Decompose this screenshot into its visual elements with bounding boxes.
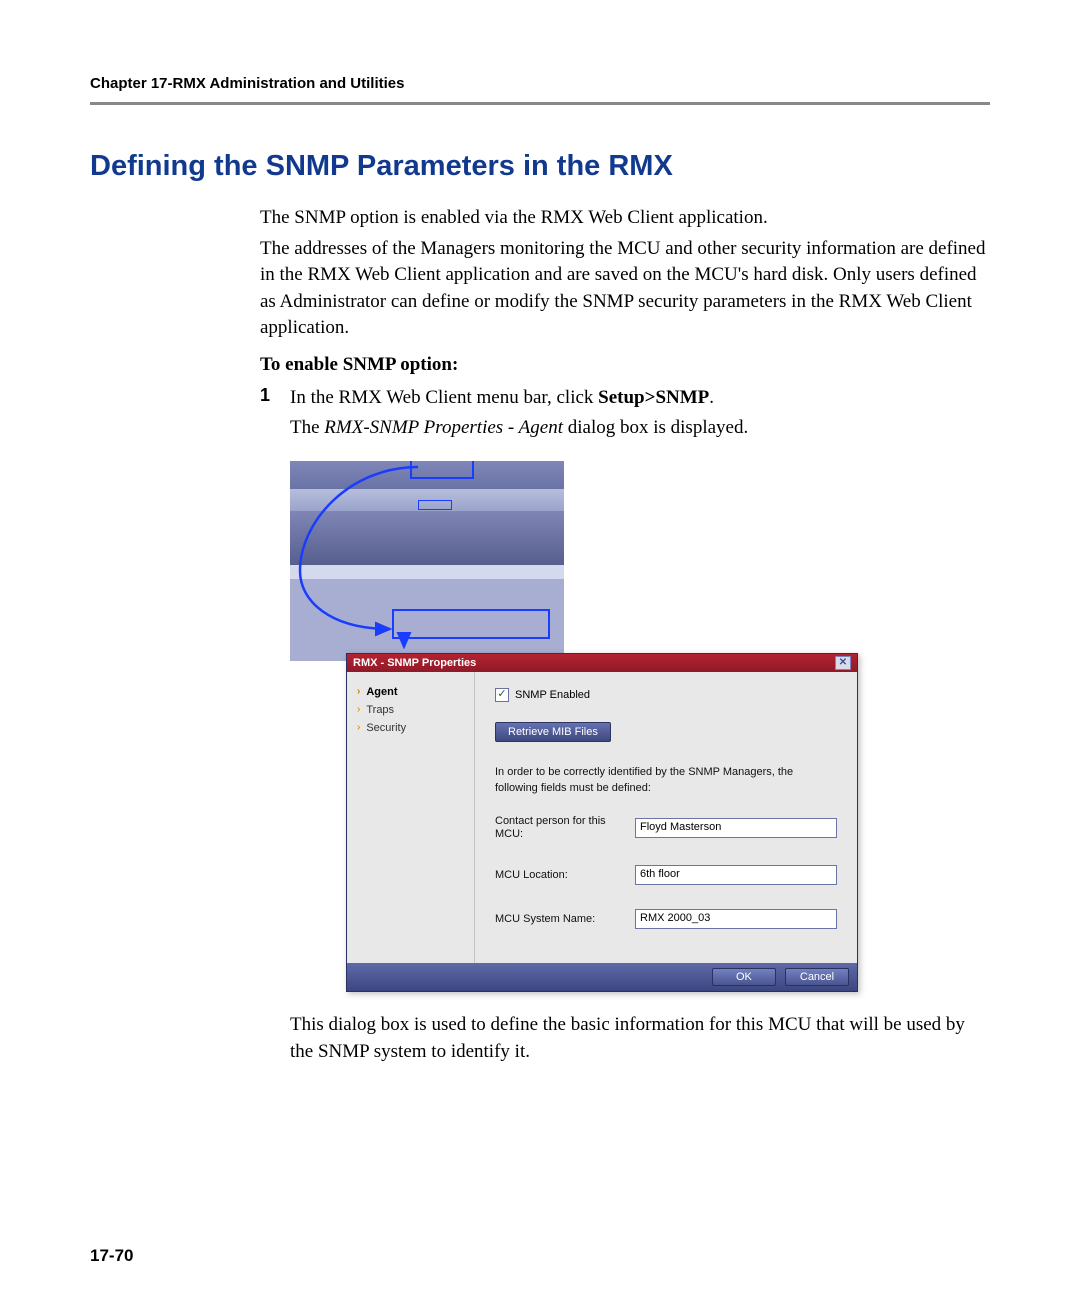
chevron-right-icon: ›	[357, 705, 360, 715]
field-location-input[interactable]: 6th floor	[635, 865, 837, 885]
field-contact-label: Contact person for this MCU:	[495, 815, 621, 841]
step-1b-dialog-name: RMX-SNMP Properties - Agent	[324, 417, 563, 438]
nav-item-label: Agent	[366, 686, 397, 698]
dialog-title-text: RMX - SNMP Properties	[353, 657, 476, 669]
paragraph-4: This dialog box is used to define the ba…	[290, 1012, 990, 1065]
nav-item-traps[interactable]: › Traps	[357, 704, 464, 716]
header-rule	[90, 102, 990, 105]
app-strip	[290, 565, 564, 579]
running-header: Chapter 17-RMX Administration and Utilit…	[90, 75, 990, 92]
section-title: Defining the SNMP Parameters in the RMX	[90, 150, 990, 183]
field-location-row: MCU Location: 6th floor	[495, 865, 837, 885]
step-1-suffix: .	[709, 387, 714, 408]
cancel-button[interactable]: Cancel	[785, 968, 849, 986]
field-location-label: MCU Location:	[495, 869, 621, 882]
step-1-menu-path: Setup>SNMP	[598, 387, 709, 408]
dialog-panel-agent: ✓ SNMP Enabled Retrieve MIB Files In ord…	[475, 672, 857, 963]
retrieve-mib-button[interactable]: Retrieve MIB Files	[495, 722, 611, 742]
paragraph-1: The SNMP option is enabled via the RMX W…	[260, 205, 990, 232]
figure-snmp-dialog: RMX - SNMP Properties ✕ › Agent › Traps …	[290, 461, 860, 992]
dialog-footer: OK Cancel	[347, 963, 857, 991]
field-contact-row: Contact person for this MCU: Floyd Maste…	[495, 815, 837, 841]
ok-button[interactable]: OK	[712, 968, 776, 986]
dialog-body: › Agent › Traps › Security ✓ SNM	[347, 672, 857, 963]
snmp-enabled-row: ✓ SNMP Enabled	[495, 688, 837, 702]
step-1-text: In the RMX Web Client menu bar, click Se…	[290, 385, 990, 412]
step-1-prefix: In the RMX Web Client menu bar, click	[290, 387, 598, 408]
field-contact-input[interactable]: Floyd Masterson	[635, 818, 837, 838]
snmp-enabled-checkbox[interactable]: ✓	[495, 688, 509, 702]
subhead-enable: To enable SNMP option:	[260, 352, 990, 379]
step-1b-pre: The	[290, 417, 324, 438]
step-1-result: The RMX-SNMP Properties - Agent dialog b…	[290, 415, 990, 442]
field-sysname-input[interactable]: RMX 2000_03	[635, 909, 837, 929]
app-toolbar	[290, 511, 564, 565]
app-window-fragment	[290, 461, 564, 661]
nav-item-label: Security	[366, 722, 406, 734]
chevron-right-icon: ›	[357, 723, 360, 733]
step-1b-post: dialog box is displayed.	[563, 417, 748, 438]
dialog-titlebar: RMX - SNMP Properties ✕	[347, 654, 857, 672]
step-number: 1	[260, 385, 290, 412]
chevron-right-icon: ›	[357, 687, 360, 697]
callout-box-dialog	[392, 609, 550, 639]
callout-box-menu-item	[418, 500, 452, 510]
close-icon[interactable]: ✕	[835, 656, 851, 670]
page: Chapter 17-RMX Administration and Utilit…	[0, 0, 1080, 1306]
callout-box-setup	[410, 461, 474, 479]
nav-item-security[interactable]: › Security	[357, 722, 464, 734]
nav-item-agent[interactable]: › Agent	[357, 686, 464, 698]
field-sysname-label: MCU System Name:	[495, 913, 621, 926]
paragraph-2: The addresses of the Managers monitoring…	[260, 236, 990, 342]
nav-item-label: Traps	[366, 704, 394, 716]
snmp-enabled-label: SNMP Enabled	[515, 689, 590, 701]
step-1: 1 In the RMX Web Client menu bar, click …	[260, 385, 990, 412]
dialog-nav: › Agent › Traps › Security	[347, 672, 475, 963]
snmp-properties-dialog: RMX - SNMP Properties ✕ › Agent › Traps …	[346, 653, 858, 992]
instruction-text: In order to be correctly identified by t…	[495, 764, 837, 797]
field-sysname-row: MCU System Name: RMX 2000_03	[495, 909, 837, 929]
page-number: 17-70	[90, 1246, 133, 1266]
